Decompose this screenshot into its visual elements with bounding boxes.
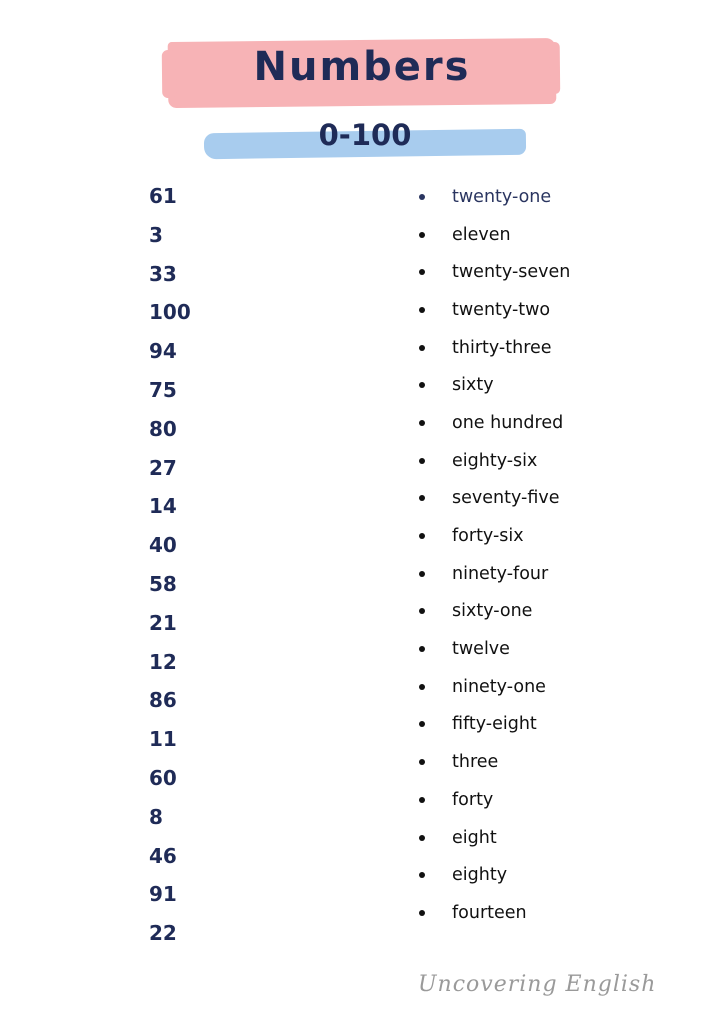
bullet-icon [419,872,425,879]
bullet-icon [419,533,425,540]
word-item: one hundred [414,404,570,442]
number-item: 60 [149,765,177,790]
number-item: 91 [149,882,177,907]
word-item: seventy-five [414,480,570,518]
bullet-icon [419,570,425,577]
word-label: three [452,752,499,773]
word-item: fourteen [414,894,570,932]
word-label: one hundred [452,412,564,433]
word-item: ninety-four [414,555,570,593]
word-label: ninety-one [452,676,546,697]
bullet-icon [419,796,425,803]
word-item: twelve [414,630,570,668]
number-item: 58 [149,571,177,596]
word-label: eleven [452,224,511,245]
bullet-icon [419,457,425,464]
word-label: sixty [452,375,494,396]
bullet-icon [419,759,425,766]
word-item: twenty-one [414,178,570,216]
word-label: thirty-three [452,337,552,358]
word-label: twenty-seven [452,262,571,283]
word-label: eighty [452,865,508,886]
word-item: sixty [414,366,570,404]
bullet-icon [419,721,425,728]
number-item: 33 [149,261,177,286]
number-item: 8 [149,804,163,829]
word-label: twelve [452,639,510,660]
bullet-icon [419,269,425,276]
number-item: 14 [149,494,177,519]
number-item: 94 [149,339,177,364]
word-label: forty [452,789,494,810]
number-item: 40 [149,533,177,558]
bullet-icon [419,231,425,238]
number-item: 27 [149,455,177,480]
number-item: 80 [149,416,177,441]
word-item: twenty-seven [414,253,570,291]
word-item: eighty [414,856,570,894]
number-item: 22 [149,921,177,946]
word-item: forty [414,781,570,819]
bullet-icon [419,683,425,690]
word-item: eighty-six [414,442,570,480]
word-label: eighty-six [452,450,538,471]
number-item: 11 [149,727,177,752]
words-column: twenty-one eleven twenty-seven twenty-tw… [414,178,570,932]
number-item: 3 [149,222,163,247]
number-item: 75 [149,377,177,402]
number-item: 12 [149,649,177,674]
word-label: sixty-one [452,601,533,622]
word-item: eight [414,819,570,857]
word-item: thirty-three [414,329,570,367]
word-label: ninety-four [452,563,549,584]
word-item: forty-six [414,517,570,555]
page-title: Numbers [253,44,471,90]
number-item: 46 [149,843,177,868]
word-item: eleven [414,216,570,254]
bullet-icon [419,495,425,502]
number-item: 86 [149,688,177,713]
word-item: twenty-two [414,291,570,329]
word-label: twenty-two [452,299,551,320]
number-item: 61 [149,184,177,208]
numbers-column: 61 3 33 100 94 75 80 27 14 40 58 21 12 8… [149,182,191,958]
word-label: forty-six [452,526,524,547]
bullet-icon [419,344,425,351]
word-label: fifty-eight [452,714,537,735]
bullet-icon [419,909,425,916]
bullet-icon [419,608,425,615]
word-label: seventy-five [452,488,560,509]
word-label: twenty-one [452,186,552,207]
number-item: 21 [149,610,177,635]
bullet-icon [419,193,425,200]
bullet-icon [419,382,425,389]
bullet-icon [419,306,425,313]
page-subtitle: 0-100 [318,118,412,152]
word-label: fourteen [452,902,527,923]
author-signature: Uncovering English [418,972,657,997]
bullet-icon [419,419,425,426]
word-item: three [414,743,570,781]
word-item: sixty-one [414,593,570,631]
bullet-icon [419,646,425,653]
word-label: eight [452,827,497,848]
bullet-icon [419,834,425,841]
number-item: 100 [149,300,191,325]
word-item: fifty-eight [414,706,570,744]
word-item: ninety-one [414,668,570,706]
